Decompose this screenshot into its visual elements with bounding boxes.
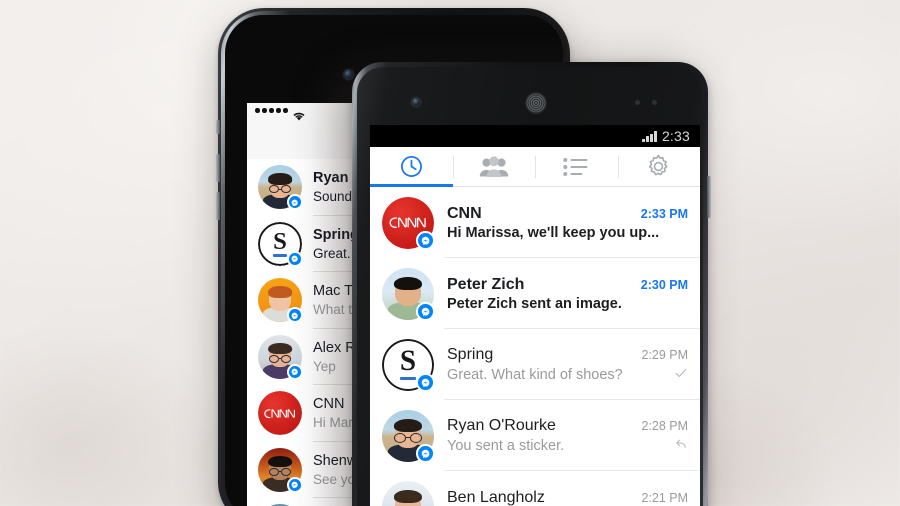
glasses-left-icon bbox=[268, 185, 279, 194]
android-front-camera-icon bbox=[412, 98, 420, 106]
conversation-name: Ryan O'Rourke bbox=[447, 417, 556, 434]
signal-bars-icon bbox=[642, 130, 657, 142]
avatar[interactable] bbox=[258, 391, 302, 436]
iphone-mute-switch[interactable] bbox=[216, 120, 220, 134]
cnn-logo-icon bbox=[258, 391, 302, 436]
android-earpiece-speaker bbox=[526, 93, 546, 113]
android-light-sensor bbox=[652, 100, 657, 105]
android-front-face: 2:33 CNN 2:33 PM Hi Marissa, we'll keep … bbox=[357, 67, 703, 506]
avatar[interactable] bbox=[382, 267, 435, 321]
tab-recent[interactable] bbox=[370, 147, 453, 187]
conversation-time: 2:21 PM bbox=[641, 490, 688, 505]
message-status-icon bbox=[674, 437, 688, 454]
android-device: 2:33 CNN 2:33 PM Hi Marissa, we'll keep … bbox=[352, 62, 711, 506]
conversation-name: CNN bbox=[447, 204, 482, 222]
android-screen: 2:33 CNN 2:33 PM Hi Marissa, we'll keep … bbox=[370, 125, 700, 506]
messenger-badge-icon bbox=[416, 301, 435, 321]
people-icon bbox=[479, 155, 509, 177]
avatar[interactable] bbox=[258, 278, 303, 324]
wifi-icon bbox=[292, 108, 305, 121]
spring-letter-s: S bbox=[399, 345, 417, 378]
android-clock: 2:33 bbox=[661, 128, 690, 144]
message-status-icon bbox=[674, 366, 688, 383]
avatar[interactable] bbox=[258, 447, 303, 493]
gear-icon bbox=[649, 154, 668, 176]
avatar[interactable] bbox=[258, 334, 303, 380]
avatar-photo bbox=[382, 480, 434, 506]
list-item[interactable]: Ben Langholz2:21 PMThanks for stopping b… bbox=[370, 471, 700, 506]
avatar[interactable] bbox=[382, 409, 435, 463]
avatar[interactable] bbox=[258, 165, 303, 211]
android-tab-bar[interactable] bbox=[370, 147, 700, 187]
conversation-snippet: You sent a sticker. bbox=[447, 437, 565, 454]
conversation-time: 2:30 PM bbox=[640, 277, 688, 292]
conversation-name: Ben Langholz bbox=[447, 488, 545, 506]
messenger-badge-icon bbox=[416, 443, 435, 463]
conversation-time: 2:33 PM bbox=[640, 206, 688, 221]
glasses-left-icon bbox=[268, 467, 279, 476]
android-conversation-list[interactable]: CNN 2:33 PM Hi Marissa, we'll keep you up.… bbox=[370, 187, 700, 506]
avatar[interactable]: S bbox=[382, 338, 435, 392]
tab-list[interactable] bbox=[535, 147, 618, 187]
messenger-badge-icon bbox=[287, 363, 303, 380]
list-item[interactable]: CNN 2:33 PM Hi Marissa, we'll keep you up.… bbox=[370, 187, 700, 258]
conversation-time: 2:28 PM bbox=[641, 419, 688, 433]
conversation-name: Spring bbox=[447, 346, 494, 363]
messenger-badge-icon bbox=[287, 250, 303, 267]
list-icon bbox=[563, 157, 588, 176]
tab-settings[interactable] bbox=[617, 147, 701, 187]
conversation-snippet: Hi Marissa, we'll keep you up... bbox=[447, 224, 660, 241]
android-status-bar: 2:33 bbox=[370, 125, 700, 147]
list-item[interactable]: S Spring 2:29 PM Great. What kind of shoes? bbox=[370, 329, 700, 400]
clock-icon bbox=[400, 156, 422, 177]
check-icon bbox=[675, 368, 687, 378]
list-item[interactable]: Peter Zich 2:30 PM Peter Zich sent an imag… bbox=[370, 258, 700, 329]
tab-groups[interactable] bbox=[452, 147, 536, 187]
list-item[interactable]: Ryan O'Rourke 2:28 PM You sent a sticker. bbox=[370, 400, 700, 471]
messenger-badge-icon bbox=[416, 230, 435, 250]
avatar[interactable]: S bbox=[258, 221, 303, 267]
glasses-left-icon bbox=[268, 354, 279, 363]
avatar[interactable] bbox=[382, 480, 434, 506]
android-proximity-sensor bbox=[635, 100, 640, 105]
iphone-volume-up-button[interactable] bbox=[216, 154, 220, 182]
avatar[interactable] bbox=[382, 196, 435, 250]
messenger-badge-icon bbox=[416, 372, 435, 392]
conversation-snippet: Great. What kind of shoes? bbox=[447, 366, 623, 383]
iphone-volume-down-button[interactable] bbox=[216, 192, 220, 220]
iphone-signal-dots-icon bbox=[255, 108, 288, 113]
spring-letter-s: S bbox=[273, 227, 287, 255]
messenger-badge-icon bbox=[287, 476, 303, 493]
glasses-right-icon bbox=[409, 432, 422, 443]
conversation-time: 2:29 PM bbox=[641, 348, 688, 362]
conversation-snippet: Peter Zich sent an image. bbox=[447, 295, 622, 312]
reply-icon bbox=[676, 439, 686, 448]
conversation-name: Peter Zich bbox=[447, 275, 525, 293]
iphone-front-camera-icon bbox=[344, 70, 353, 79]
android-power-button[interactable] bbox=[707, 176, 711, 218]
